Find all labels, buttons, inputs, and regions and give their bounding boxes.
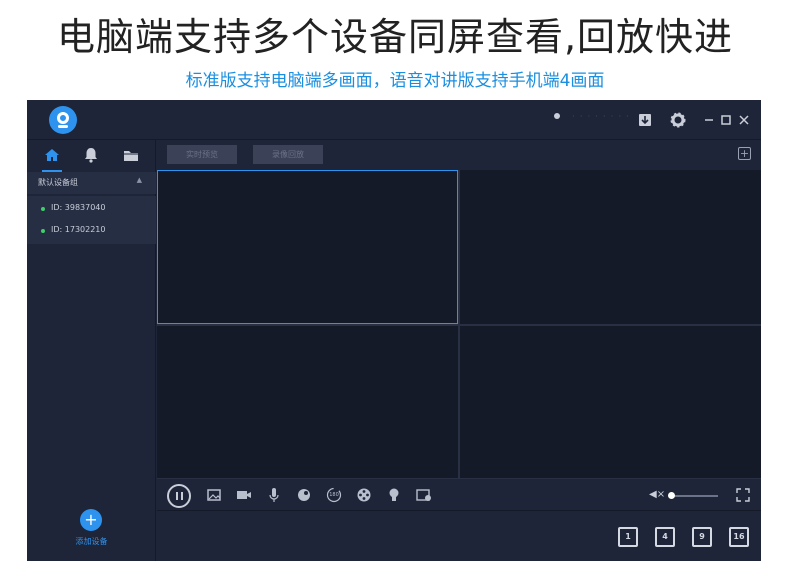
close-icon[interactable] [734, 110, 754, 130]
ptz-icon[interactable] [294, 485, 314, 505]
user-avatar-icon[interactable] [554, 113, 560, 119]
device-group-label: 默认设备组 [38, 178, 78, 187]
volume-slider[interactable] [670, 495, 718, 497]
banner-headline: 电脑端支持多个设备同屏查看,回放快进 [56, 15, 734, 59]
bulb-icon[interactable] [384, 485, 404, 505]
main-tabs: 实时预览 录像回放 + [157, 140, 761, 170]
sidebar-tabs [27, 140, 156, 172]
home-icon[interactable] [41, 144, 63, 172]
add-window-button[interactable]: + [738, 147, 751, 160]
image-icon[interactable] [204, 485, 224, 505]
maximize-icon[interactable] [716, 110, 736, 130]
video-toolbar: 180 ◀× [157, 478, 761, 510]
video-cell-1[interactable] [157, 170, 458, 324]
folder-icon[interactable] [120, 144, 142, 166]
layout-9-button[interactable]: 9 [692, 527, 712, 547]
layout-bar: 1 4 9 16 [157, 510, 761, 561]
video-cell-4[interactable] [460, 326, 761, 480]
online-status-icon [41, 229, 45, 233]
download-icon[interactable] [635, 110, 655, 130]
chevron-up-icon[interactable]: ▲ [137, 176, 142, 184]
fullscreen-icon[interactable] [733, 485, 753, 505]
video-camera-icon[interactable] [234, 485, 254, 505]
device-label: ID: 39837040 [51, 203, 106, 212]
volume-muted-icon[interactable]: ◀× [649, 485, 667, 505]
video-grid [157, 170, 761, 480]
layout-1-button[interactable]: 1 [618, 527, 638, 547]
bell-icon[interactable] [80, 144, 102, 166]
user-name[interactable]: · · · · · · · · [572, 112, 630, 122]
device-group-header[interactable]: 默认设备组 ▲ [27, 172, 156, 194]
picture-settings-icon[interactable] [414, 485, 434, 505]
gear-icon[interactable] [668, 110, 688, 130]
video-cell-3[interactable] [157, 326, 458, 480]
film-reel-icon[interactable] [354, 485, 374, 505]
layout-16-button[interactable]: 16 [729, 527, 749, 547]
online-status-icon [41, 207, 45, 211]
rotate-180-label: 180 [329, 492, 339, 498]
device-label: ID: 17302210 [51, 225, 106, 234]
app-window: · · · · · · · · 默认设备组 ▲ ID: 39837040 ID:… [27, 100, 761, 561]
app-logo-icon [49, 106, 77, 134]
banner-subline: 标准版支持电脑端多画面，语音对讲版支持手机端4画面 [185, 71, 605, 91]
layout-4-button[interactable]: 4 [655, 527, 675, 547]
add-device-button[interactable]: + [80, 509, 102, 531]
video-cell-2[interactable] [460, 170, 761, 324]
pause-button[interactable] [167, 484, 191, 508]
title-bar: · · · · · · · · [27, 100, 761, 140]
microphone-icon[interactable] [264, 485, 284, 505]
rotate-180-icon[interactable]: 180 [324, 485, 344, 505]
device-list: ID: 39837040 ID: 17302210 [27, 196, 156, 244]
tab-live-preview[interactable]: 实时预览 [167, 145, 237, 164]
add-device-label[interactable]: 添加设备 [27, 536, 156, 547]
volume-slider-handle[interactable] [668, 492, 675, 499]
sidebar: 默认设备组 ▲ ID: 39837040 ID: 17302210 + 添加设备 [27, 140, 156, 561]
device-item[interactable]: ID: 17302210 [27, 220, 156, 242]
device-item[interactable]: ID: 39837040 [27, 198, 156, 220]
tab-playback[interactable]: 录像回放 [253, 145, 323, 164]
